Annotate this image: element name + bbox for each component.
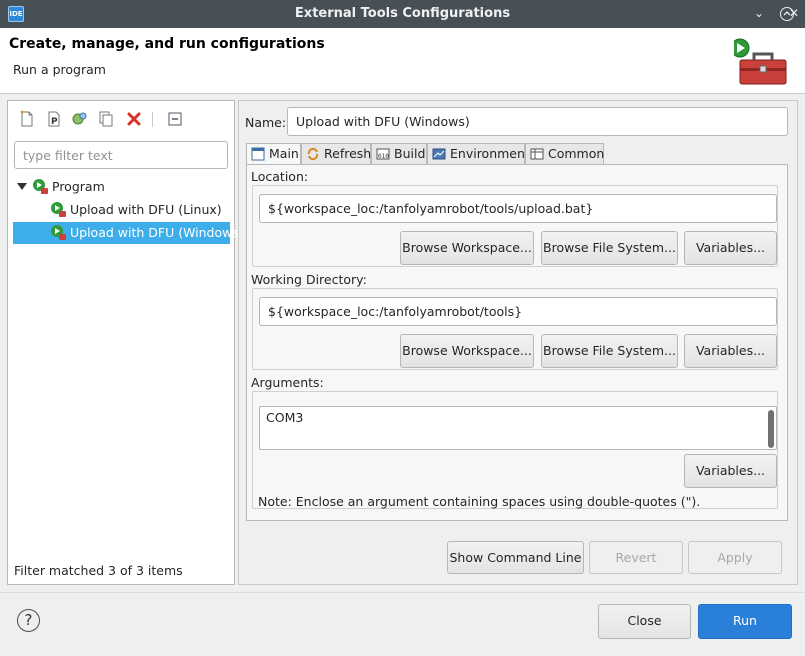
toolbox-run-icon: [734, 38, 787, 85]
arguments-value: COM3: [266, 410, 304, 425]
program-icon: [33, 179, 48, 194]
environment-icon: [432, 148, 446, 160]
arguments-group: Arguments: COM3 Variables... Note: Enclo…: [251, 375, 778, 509]
dialog-header: Create, manage, and run configurations R…: [0, 28, 805, 94]
location-browse-file-system-button[interactable]: Browse File System...: [541, 231, 678, 265]
name-label: Name:: [245, 115, 287, 130]
working-directory-variables-button[interactable]: Variables...: [684, 334, 777, 368]
tab-main[interactable]: Main: [246, 143, 301, 165]
svg-text:010: 010: [378, 153, 389, 160]
program-config-icon: [51, 202, 66, 217]
show-command-line-button[interactable]: Show Command Line: [447, 541, 584, 574]
working-directory-input[interactable]: ${workspace_loc:/tanfolyamrobot/tools}: [259, 297, 777, 326]
arguments-variables-button[interactable]: Variables...: [684, 454, 777, 488]
tree-item-upload-linux[interactable]: Upload with DFU (Linux): [13, 199, 230, 221]
delete-icon[interactable]: [125, 110, 143, 128]
svg-text:P: P: [51, 117, 58, 127]
filter-status: Filter matched 3 of 3 items: [14, 563, 183, 578]
run-button[interactable]: Run: [698, 604, 792, 639]
arguments-label: Arguments:: [251, 375, 328, 390]
program-config-icon: [51, 225, 66, 240]
tree-item-upload-windows[interactable]: Upload with DFU (Windows): [13, 222, 244, 244]
tab-label: Main: [269, 146, 299, 161]
location-variables-button[interactable]: Variables...: [684, 231, 777, 265]
location-label: Location:: [251, 169, 313, 184]
filter-input[interactable]: [14, 141, 228, 169]
new-prototype-icon[interactable]: P: [45, 110, 63, 128]
new-configuration-icon[interactable]: [18, 110, 36, 128]
arguments-note: Note: Enclose an argument containing spa…: [258, 494, 701, 509]
tab-label: Environment: [450, 146, 530, 161]
refresh-icon: [307, 147, 319, 161]
build-icon: 010: [376, 148, 390, 160]
title-bar: IDE External Tools Configurations ⌄ ✕: [0, 0, 805, 28]
location-browse-workspace-button[interactable]: Browse Workspace...: [400, 231, 534, 265]
tree-item-label: Upload with DFU (Windows): [70, 225, 244, 240]
header-title: Create, manage, and run configurations: [9, 36, 325, 52]
name-input[interactable]: Upload with DFU (Windows): [287, 107, 788, 136]
tree-item-program[interactable]: Program: [13, 176, 230, 198]
configuration-tree: Program Upload with DFU (Linux) Upload w…: [13, 176, 244, 244]
tab-label: Build: [394, 146, 426, 161]
common-icon: [530, 148, 544, 160]
header-subtitle: Run a program: [13, 62, 106, 77]
revert-button[interactable]: Revert: [589, 541, 683, 574]
tab-refresh[interactable]: Refresh: [301, 143, 371, 165]
arguments-scrollbar[interactable]: [768, 410, 774, 448]
working-directory-label: Working Directory:: [251, 272, 371, 287]
help-icon[interactable]: ?: [17, 609, 40, 632]
toolbar-divider: [152, 112, 153, 127]
tab-common[interactable]: Common: [525, 143, 604, 165]
close-window-icon[interactable]: ✕: [787, 7, 801, 21]
arguments-textarea[interactable]: COM3: [259, 406, 777, 450]
footer-divider: [0, 592, 805, 593]
collapse-all-icon[interactable]: [166, 110, 184, 128]
tab-build[interactable]: 010 Build: [371, 143, 427, 165]
tree-item-label: Program: [52, 179, 105, 194]
main-tab-icon: [251, 147, 265, 161]
apply-button[interactable]: Apply: [688, 541, 782, 574]
working-directory-browse-workspace-button[interactable]: Browse Workspace...: [400, 334, 534, 368]
location-group: Location: ${workspace_loc:/tanfolyamrobo…: [251, 169, 778, 267]
tab-environment[interactable]: Environment: [427, 143, 530, 165]
minimize-icon[interactable]: ⌄: [752, 7, 766, 21]
duplicate-icon[interactable]: [97, 110, 115, 128]
expand-arrow-icon[interactable]: [17, 183, 27, 190]
tab-label: Common: [548, 146, 605, 161]
export-configuration-icon[interactable]: [70, 110, 88, 128]
tab-label: Refresh: [324, 146, 372, 161]
location-input[interactable]: ${workspace_loc:/tanfolyamrobot/tools/up…: [259, 194, 777, 223]
main-tab-content: Location: ${workspace_loc:/tanfolyamrobo…: [246, 164, 788, 521]
close-button[interactable]: Close: [598, 604, 691, 639]
working-directory-group: Working Directory: ${workspace_loc:/tanf…: [251, 272, 778, 370]
working-directory-browse-file-system-button[interactable]: Browse File System...: [541, 334, 678, 368]
configuration-list-panel: P Program Upload with DFU (Linux): [7, 100, 244, 585]
window-title: External Tools Configurations: [294, 6, 511, 21]
configuration-editor-panel: Name: Upload with DFU (Windows) Main Ref…: [238, 100, 798, 585]
tree-item-label: Upload with DFU (Linux): [70, 202, 222, 217]
